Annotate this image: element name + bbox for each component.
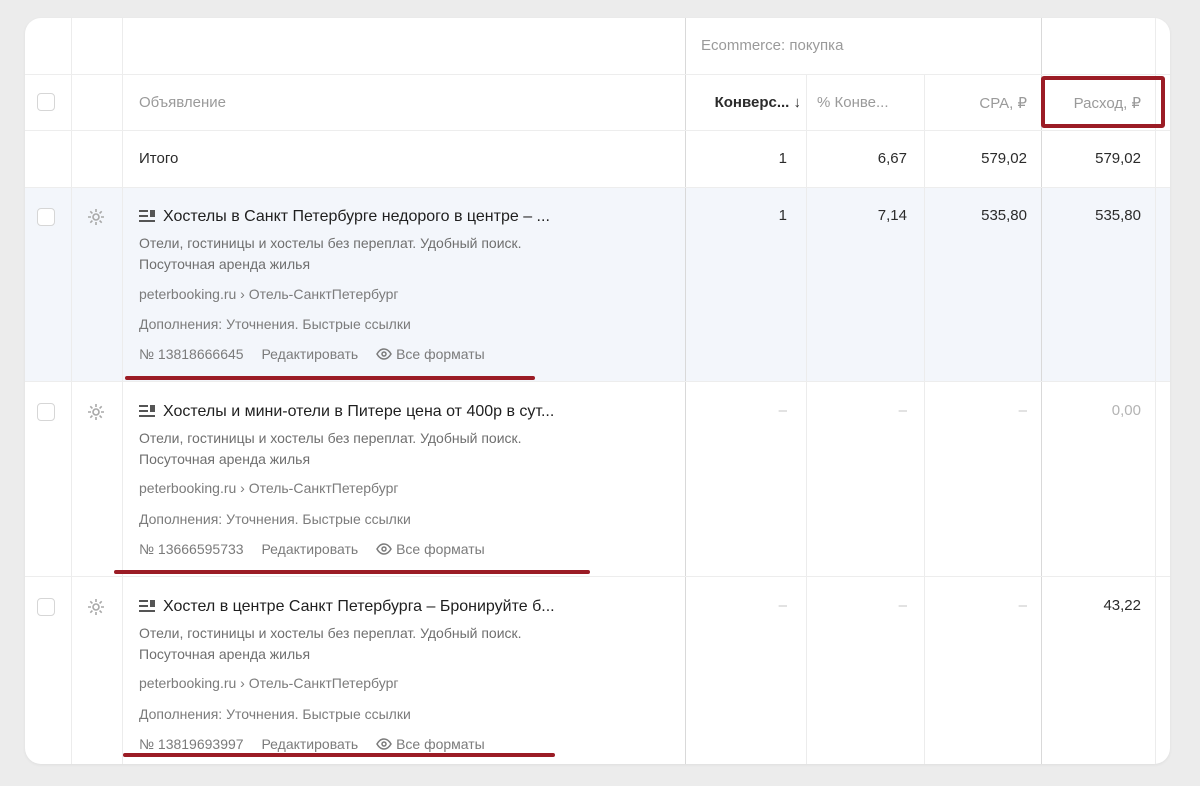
total-conversions: 1 [778, 150, 787, 167]
annotation-underline [114, 570, 590, 574]
row-conversions: 1 [778, 207, 787, 224]
ad-id: № 13818666645 [139, 346, 244, 362]
row-conversion-rate: – [898, 597, 907, 614]
row-cpa: – [1018, 402, 1027, 419]
ad-id: № 13666595733 [139, 541, 244, 557]
text-ad-icon [139, 599, 155, 612]
edit-link[interactable]: Редактировать [261, 541, 358, 557]
ad-title[interactable]: Хостелы и мини-отели в Питере цена от 40… [139, 403, 554, 421]
gear-icon[interactable] [86, 402, 106, 422]
total-label: Итого [139, 150, 179, 167]
total-cpa: 579,02 [981, 150, 1027, 167]
eye-icon[interactable] [376, 738, 392, 750]
ad-extensions: Дополнения: Уточнения. Быстрые ссылки [139, 706, 411, 722]
annotation-underline [125, 376, 535, 380]
row-checkbox[interactable] [37, 598, 55, 616]
row-conversion-rate: – [898, 402, 907, 419]
text-ad-icon [139, 209, 155, 222]
total-spend: 579,02 [1095, 150, 1141, 167]
grid-line [25, 381, 1170, 382]
total-conversion-rate: 6,67 [877, 150, 907, 167]
ad-display-url[interactable]: peterbooking.ru › Отель-СанктПетербург [139, 480, 398, 496]
ads-statistics-table: Ecommerce: покупка Объявление Конверс...… [25, 18, 1170, 764]
all-formats-link[interactable]: Все форматы [396, 346, 485, 362]
row-checkbox[interactable] [37, 208, 55, 226]
ad-extensions: Дополнения: Уточнения. Быстрые ссылки [139, 316, 411, 332]
grid-line [25, 130, 1170, 131]
select-all-checkbox[interactable] [37, 93, 55, 111]
column-header-conversions[interactable]: Конверс... ↓ [701, 94, 801, 111]
gear-icon[interactable] [86, 207, 106, 227]
edit-link[interactable]: Редактировать [261, 346, 358, 362]
column-header-ad[interactable]: Объявление [139, 94, 226, 111]
ad-meta: № 13818666645 Редактировать Все форматы [139, 346, 499, 362]
ad-display-url[interactable]: peterbooking.ru › Отель-СанктПетербург [139, 286, 398, 302]
ad-display-url[interactable]: peterbooking.ru › Отель-СанктПетербург [139, 675, 398, 691]
grid-line [25, 576, 1170, 577]
row-cpa: 535,80 [981, 207, 1027, 224]
gear-icon[interactable] [86, 597, 106, 617]
grid-line [924, 74, 925, 764]
grid-line [25, 187, 1170, 188]
row-spend: 43,22 [1103, 597, 1141, 614]
ad-text: Отели, гостиницы и хостелы без переплат.… [139, 430, 522, 467]
column-header-conversion-rate[interactable]: % Конве... [817, 94, 889, 111]
all-formats-link[interactable]: Все форматы [396, 541, 485, 557]
ad-title[interactable]: Хостелы в Санкт Петербурге недорого в це… [139, 208, 550, 226]
ad-id: № 13819693997 [139, 736, 244, 752]
ad-meta: № 13819693997 Редактировать Все форматы [139, 736, 499, 752]
eye-icon[interactable] [376, 543, 392, 555]
row-conversion-rate: 7,14 [877, 207, 907, 224]
ad-text: Отели, гостиницы и хостелы без переплат.… [139, 235, 522, 272]
row-checkbox[interactable] [37, 403, 55, 421]
ad-text: Отели, гостиницы и хостелы без переплат.… [139, 625, 522, 662]
row-cpa: – [1018, 597, 1027, 614]
eye-icon[interactable] [376, 348, 392, 360]
text-ad-icon [139, 404, 155, 417]
row-spend: 0,00 [1111, 402, 1141, 419]
row-conversions: – [778, 402, 787, 419]
grid-line [25, 74, 1170, 75]
grid-line [806, 74, 807, 764]
annotation-underline [123, 753, 555, 757]
ad-title[interactable]: Хостел в центре Санкт Петербурга – Брони… [139, 598, 555, 616]
column-header-cpa[interactable]: CPA, ₽ [925, 94, 1027, 112]
ad-meta: № 13666595733 Редактировать Все форматы [139, 541, 499, 557]
metric-group-label: Ecommerce: покупка [701, 37, 844, 54]
row-conversions: – [778, 597, 787, 614]
ad-extensions: Дополнения: Уточнения. Быстрые ссылки [139, 511, 411, 527]
row-spend: 535,80 [1095, 207, 1141, 224]
all-formats-link[interactable]: Все форматы [396, 736, 485, 752]
spend-header-highlight [1041, 76, 1165, 128]
edit-link[interactable]: Редактировать [261, 736, 358, 752]
